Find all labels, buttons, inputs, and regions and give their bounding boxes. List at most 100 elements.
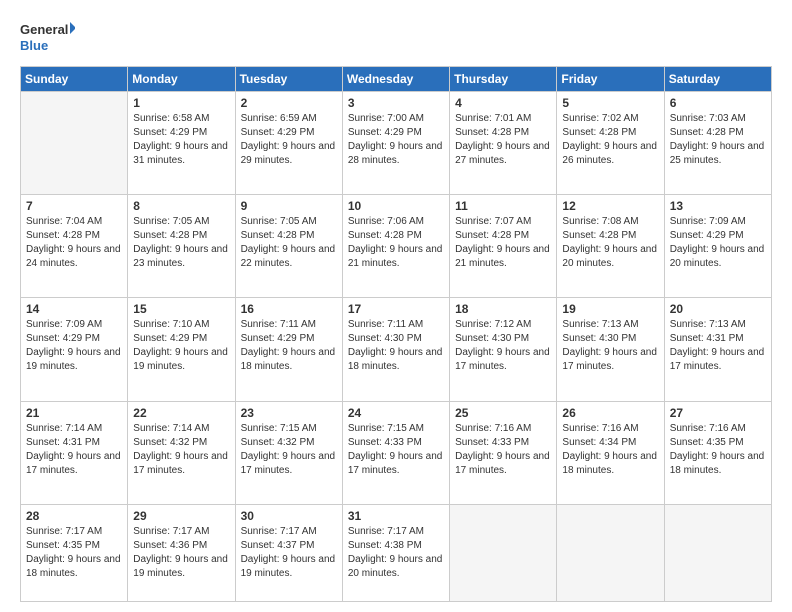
calendar-cell: 16 Sunrise: 7:11 AMSunset: 4:29 PMDayligh… — [235, 298, 342, 401]
day-info: Sunrise: 7:16 AMSunset: 4:35 PMDaylight:… — [670, 422, 766, 478]
day-number: 7 — [26, 199, 122, 213]
day-number: 26 — [562, 406, 658, 420]
calendar-cell: 27 Sunrise: 7:16 AMSunset: 4:35 PMDayligh… — [664, 401, 771, 504]
svg-text:General: General — [20, 22, 68, 37]
calendar-cell: 10 Sunrise: 7:06 AMSunset: 4:28 PMDayligh… — [342, 195, 449, 298]
calendar-cell — [557, 504, 664, 601]
day-number: 25 — [455, 406, 551, 420]
day-number: 30 — [241, 509, 337, 523]
day-number: 8 — [133, 199, 229, 213]
day-number: 6 — [670, 96, 766, 110]
day-info: Sunrise: 7:00 AMSunset: 4:29 PMDaylight:… — [348, 112, 444, 168]
day-info: Sunrise: 7:17 AMSunset: 4:35 PMDaylight:… — [26, 525, 122, 581]
calendar-cell: 13Sunrise: 7:09 AMSunset: 4:29 PMDayligh… — [664, 195, 771, 298]
day-number: 5 — [562, 96, 658, 110]
day-number: 12 — [562, 199, 658, 213]
calendar-cell: 4Sunrise: 7:01 AMSunset: 4:28 PMDaylight… — [450, 92, 557, 195]
calendar-cell: 24Sunrise: 7:15 AMSunset: 4:33 PMDayligh… — [342, 401, 449, 504]
logo-svg: General Blue — [20, 18, 75, 56]
weekday-header-sunday: Sunday — [21, 67, 128, 92]
day-number: 1 — [133, 96, 229, 110]
calendar-cell: 21 Sunrise: 7:14 AMSunset: 4:31 PMDayligh… — [21, 401, 128, 504]
day-number: 15 — [133, 302, 229, 316]
day-number: 27 — [670, 406, 766, 420]
day-info: Sunrise: 7:16 AMSunset: 4:33 PMDaylight:… — [455, 422, 551, 478]
weekday-header-tuesday: Tuesday — [235, 67, 342, 92]
logo: General Blue — [20, 18, 75, 56]
day-number: 29 — [133, 509, 229, 523]
calendar-cell: 14 Sunrise: 7:09 AMSunset: 4:29 PMDayligh… — [21, 298, 128, 401]
calendar-cell: 19 Sunrise: 7:13 AMSunset: 4:30 PMDayligh… — [557, 298, 664, 401]
header: General Blue — [20, 18, 772, 56]
day-info: Sunrise: 7:10 AMSunset: 4:29 PMDaylight:… — [133, 318, 229, 374]
calendar-cell: 5 Sunrise: 7:02 AMSunset: 4:28 PMDaylight… — [557, 92, 664, 195]
day-info: Sunrise: 7:01 AMSunset: 4:28 PMDaylight:… — [455, 112, 551, 168]
calendar-cell: 8 Sunrise: 7:05 AMSunset: 4:28 PMDaylight… — [128, 195, 235, 298]
week-row-3: 14 Sunrise: 7:09 AMSunset: 4:29 PMDayligh… — [21, 298, 772, 401]
calendar-cell: 6 Sunrise: 7:03 AMSunset: 4:28 PMDaylight… — [664, 92, 771, 195]
weekday-header-monday: Monday — [128, 67, 235, 92]
day-info: Sunrise: 6:58 AMSunset: 4:29 PMDaylight:… — [133, 112, 229, 168]
day-info: Sunrise: 7:13 AMSunset: 4:31 PMDaylight:… — [670, 318, 766, 374]
calendar-cell: 26 Sunrise: 7:16 AMSunset: 4:34 PMDayligh… — [557, 401, 664, 504]
day-info: Sunrise: 7:04 AMSunset: 4:28 PMDaylight:… — [26, 215, 122, 271]
calendar-cell: 15 Sunrise: 7:10 AMSunset: 4:29 PMDayligh… — [128, 298, 235, 401]
calendar-cell: 25 Sunrise: 7:16 AMSunset: 4:33 PMDayligh… — [450, 401, 557, 504]
day-info: Sunrise: 7:14 AMSunset: 4:31 PMDaylight:… — [26, 422, 122, 478]
day-info: Sunrise: 7:06 AMSunset: 4:28 PMDaylight:… — [348, 215, 444, 271]
day-info: Sunrise: 7:17 AMSunset: 4:38 PMDaylight:… — [348, 525, 444, 581]
day-info: Sunrise: 7:11 AMSunset: 4:29 PMDaylight:… — [241, 318, 337, 374]
day-number: 21 — [26, 406, 122, 420]
day-info: Sunrise: 7:13 AMSunset: 4:30 PMDaylight:… — [562, 318, 658, 374]
calendar: SundayMondayTuesdayWednesdayThursdayFrid… — [20, 66, 772, 602]
calendar-cell: 29 Sunrise: 7:17 AMSunset: 4:36 PMDayligh… — [128, 504, 235, 601]
calendar-cell: 18 Sunrise: 7:12 AMSunset: 4:30 PMDayligh… — [450, 298, 557, 401]
calendar-cell — [664, 504, 771, 601]
svg-text:Blue: Blue — [20, 38, 48, 53]
day-number: 31 — [348, 509, 444, 523]
day-number: 2 — [241, 96, 337, 110]
day-info: Sunrise: 7:02 AMSunset: 4:28 PMDaylight:… — [562, 112, 658, 168]
calendar-cell: 11Sunrise: 7:07 AMSunset: 4:28 PMDayligh… — [450, 195, 557, 298]
day-number: 18 — [455, 302, 551, 316]
day-number: 9 — [241, 199, 337, 213]
day-info: Sunrise: 7:14 AMSunset: 4:32 PMDaylight:… — [133, 422, 229, 478]
day-number: 19 — [562, 302, 658, 316]
weekday-header-row: SundayMondayTuesdayWednesdayThursdayFrid… — [21, 67, 772, 92]
calendar-cell: 20 Sunrise: 7:13 AMSunset: 4:31 PMDayligh… — [664, 298, 771, 401]
calendar-cell: 22 Sunrise: 7:14 AMSunset: 4:32 PMDayligh… — [128, 401, 235, 504]
day-number: 20 — [670, 302, 766, 316]
day-info: Sunrise: 7:17 AMSunset: 4:37 PMDaylight:… — [241, 525, 337, 581]
calendar-cell: 2Sunrise: 6:59 AMSunset: 4:29 PMDaylight… — [235, 92, 342, 195]
day-info: Sunrise: 7:05 AMSunset: 4:28 PMDaylight:… — [133, 215, 229, 271]
day-info: Sunrise: 7:12 AMSunset: 4:30 PMDaylight:… — [455, 318, 551, 374]
calendar-cell: 31 Sunrise: 7:17 AMSunset: 4:38 PMDayligh… — [342, 504, 449, 601]
calendar-cell: 12 Sunrise: 7:08 AMSunset: 4:28 PMDayligh… — [557, 195, 664, 298]
day-info: Sunrise: 7:16 AMSunset: 4:34 PMDaylight:… — [562, 422, 658, 478]
day-info: Sunrise: 7:11 AMSunset: 4:30 PMDaylight:… — [348, 318, 444, 374]
day-info: Sunrise: 7:07 AMSunset: 4:28 PMDaylight:… — [455, 215, 551, 271]
calendar-cell — [450, 504, 557, 601]
day-number: 14 — [26, 302, 122, 316]
week-row-1: 1 Sunrise: 6:58 AMSunset: 4:29 PMDaylight… — [21, 92, 772, 195]
day-info: Sunrise: 7:17 AMSunset: 4:36 PMDaylight:… — [133, 525, 229, 581]
weekday-header-wednesday: Wednesday — [342, 67, 449, 92]
day-info: Sunrise: 7:05 AMSunset: 4:28 PMDaylight:… — [241, 215, 337, 271]
calendar-cell: 1 Sunrise: 6:58 AMSunset: 4:29 PMDaylight… — [128, 92, 235, 195]
weekday-header-friday: Friday — [557, 67, 664, 92]
day-info: Sunrise: 7:09 AMSunset: 4:29 PMDaylight:… — [670, 215, 766, 271]
day-number: 23 — [241, 406, 337, 420]
day-info: Sunrise: 7:09 AMSunset: 4:29 PMDaylight:… — [26, 318, 122, 374]
week-row-5: 28 Sunrise: 7:17 AMSunset: 4:35 PMDayligh… — [21, 504, 772, 601]
day-number: 22 — [133, 406, 229, 420]
calendar-cell: 17Sunrise: 7:11 AMSunset: 4:30 PMDayligh… — [342, 298, 449, 401]
day-info: Sunrise: 7:08 AMSunset: 4:28 PMDaylight:… — [562, 215, 658, 271]
day-number: 10 — [348, 199, 444, 213]
calendar-cell: 23 Sunrise: 7:15 AMSunset: 4:32 PMDayligh… — [235, 401, 342, 504]
day-number: 16 — [241, 302, 337, 316]
day-number: 24 — [348, 406, 444, 420]
day-info: Sunrise: 7:03 AMSunset: 4:28 PMDaylight:… — [670, 112, 766, 168]
day-number: 28 — [26, 509, 122, 523]
day-info: Sunrise: 7:15 AMSunset: 4:32 PMDaylight:… — [241, 422, 337, 478]
weekday-header-saturday: Saturday — [664, 67, 771, 92]
